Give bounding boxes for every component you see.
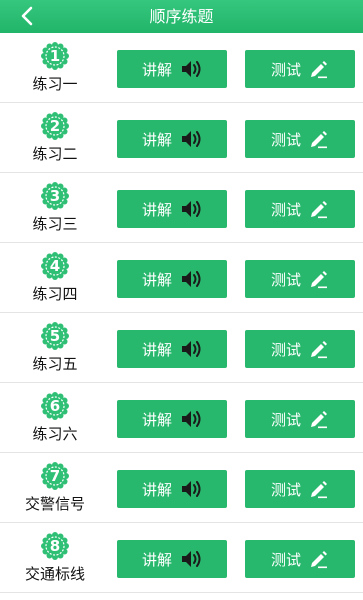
item-label: 练习一 xyxy=(32,75,78,93)
number-badge: 5 xyxy=(41,322,69,350)
pencil-icon xyxy=(309,59,329,79)
badge-number: 7 xyxy=(49,467,61,485)
test-button[interactable]: 测试 xyxy=(245,120,355,158)
pencil-icon xyxy=(309,549,329,569)
test-button-label: 测试 xyxy=(270,270,301,289)
badge-number: 3 xyxy=(49,187,61,205)
number-badge: 1 xyxy=(41,42,69,70)
listen-button-label: 讲解 xyxy=(141,130,172,149)
badge-number: 6 xyxy=(49,397,61,415)
test-button[interactable]: 测试 xyxy=(245,330,355,368)
listen-button-label: 讲解 xyxy=(141,60,172,79)
listen-button-label: 讲解 xyxy=(141,410,172,429)
listen-button[interactable]: 讲解 xyxy=(117,120,227,158)
item-label: 练习三 xyxy=(32,215,78,233)
number-badge: 3 xyxy=(41,182,69,210)
speaker-icon xyxy=(180,269,202,289)
number-badge: 4 xyxy=(41,252,69,280)
list-item: 4 练习四 讲解 测试 xyxy=(0,243,363,313)
test-button-label: 测试 xyxy=(270,480,301,499)
listen-button[interactable]: 讲解 xyxy=(117,400,227,438)
number-badge: 7 xyxy=(41,462,69,490)
test-button-label: 测试 xyxy=(270,340,301,359)
badge-number: 4 xyxy=(49,257,61,275)
speaker-icon xyxy=(180,339,202,359)
speaker-icon xyxy=(180,549,202,569)
test-button[interactable]: 测试 xyxy=(245,470,355,508)
listen-button-label: 讲解 xyxy=(141,340,172,359)
item-label: 练习六 xyxy=(32,425,78,443)
badge-number: 2 xyxy=(49,117,61,135)
badge-number: 8 xyxy=(49,537,61,555)
speaker-icon xyxy=(180,409,202,429)
item-label: 交通标线 xyxy=(24,565,85,583)
test-button-label: 测试 xyxy=(270,60,301,79)
test-button-label: 测试 xyxy=(270,130,301,149)
listen-button[interactable]: 讲解 xyxy=(117,260,227,298)
number-badge: 2 xyxy=(41,112,69,140)
page-title: 顺序练题 xyxy=(149,7,214,26)
number-badge: 6 xyxy=(41,392,69,420)
pencil-icon xyxy=(309,269,329,289)
test-button-label: 测试 xyxy=(270,550,301,569)
speaker-icon xyxy=(180,129,202,149)
item-label: 练习四 xyxy=(32,285,78,303)
test-button[interactable]: 测试 xyxy=(245,400,355,438)
list-item: 7 交警信号 讲解 测试 xyxy=(0,453,363,523)
listen-button[interactable]: 讲解 xyxy=(117,540,227,578)
speaker-icon xyxy=(180,199,202,219)
listen-button[interactable]: 讲解 xyxy=(117,470,227,508)
test-button[interactable]: 测试 xyxy=(245,540,355,578)
listen-button[interactable]: 讲解 xyxy=(117,330,227,368)
test-button[interactable]: 测试 xyxy=(245,190,355,228)
list-item: 6 练习六 讲解 测试 xyxy=(0,383,363,453)
pencil-icon xyxy=(309,409,329,429)
test-button[interactable]: 测试 xyxy=(245,50,355,88)
app-header: 顺序练题 xyxy=(0,0,363,33)
badge-number: 5 xyxy=(49,327,61,345)
number-badge: 8 xyxy=(41,532,69,560)
listen-button-label: 讲解 xyxy=(141,480,172,499)
list-item: 5 练习五 讲解 测试 xyxy=(0,313,363,383)
item-label: 练习二 xyxy=(32,145,78,163)
listen-button-label: 讲解 xyxy=(141,270,172,289)
listen-button[interactable]: 讲解 xyxy=(117,190,227,228)
listen-button[interactable]: 讲解 xyxy=(117,50,227,88)
badge-number: 1 xyxy=(49,47,61,65)
list-item: 8 交通标线 讲解 测试 xyxy=(0,523,363,593)
list-item: 2 练习二 讲解 测试 xyxy=(0,103,363,173)
pencil-icon xyxy=(309,129,329,149)
speaker-icon xyxy=(180,59,202,79)
test-button-label: 测试 xyxy=(270,410,301,429)
speaker-icon xyxy=(180,479,202,499)
listen-button-label: 讲解 xyxy=(141,550,172,569)
listen-button-label: 讲解 xyxy=(141,200,172,219)
pencil-icon xyxy=(309,479,329,499)
test-button[interactable]: 测试 xyxy=(245,260,355,298)
list-item: 3 练习三 讲解 测试 xyxy=(0,173,363,243)
pencil-icon xyxy=(309,199,329,219)
test-button-label: 测试 xyxy=(270,200,301,219)
pencil-icon xyxy=(309,339,329,359)
list-item: 1 练习一 讲解 测试 xyxy=(0,33,363,103)
exercise-list: 1 练习一 讲解 测试 2 练习二 讲解 测试 3 练习三 讲解 测试 4 练习… xyxy=(0,33,363,593)
item-label: 交警信号 xyxy=(24,495,85,513)
item-label: 练习五 xyxy=(32,355,78,373)
